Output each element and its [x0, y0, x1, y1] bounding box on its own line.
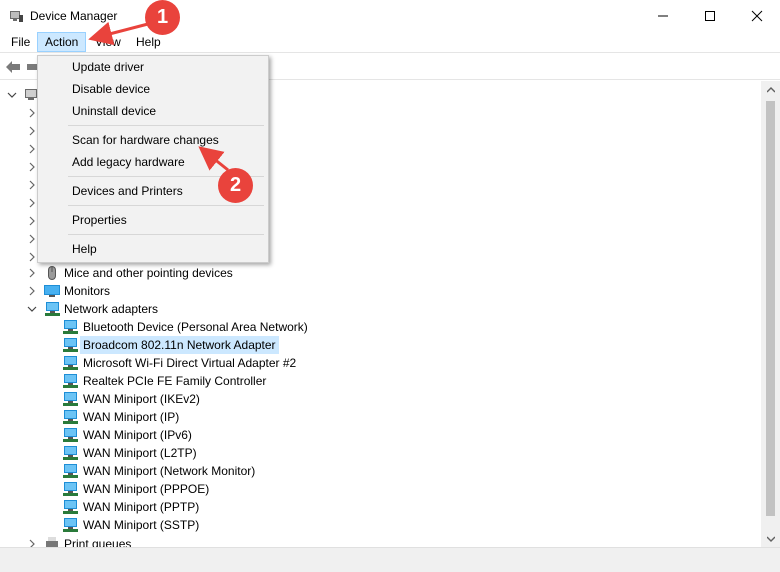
monitor-icon [44, 285, 60, 297]
device-manager-icon [10, 11, 23, 22]
network-adapter-icon [63, 338, 78, 352]
tree-item-adapter[interactable]: WAN Miniport (PPPOE) [62, 480, 362, 498]
vertical-scrollbar[interactable] [761, 81, 780, 547]
close-button[interactable] [734, 0, 780, 31]
network-adapter-icon [63, 320, 78, 334]
menu-separator [68, 234, 264, 235]
menu-item-disable-device[interactable]: Disable device [40, 78, 266, 100]
tree-item-label: Network adapters [64, 302, 159, 316]
network-adapter-icon [63, 392, 78, 406]
tree-item-print-queues[interactable]: Print queues [26, 535, 326, 547]
collapse-chevron-icon[interactable] [26, 300, 38, 318]
menu-bar: File Action View Help [0, 31, 780, 53]
tree-item-adapter[interactable]: WAN Miniport (L2TP) [62, 444, 362, 462]
network-adapter-icon [45, 302, 60, 316]
scroll-down-arrow-icon [766, 536, 775, 542]
network-adapter-icon [63, 410, 78, 424]
title-bar: Device Manager [0, 0, 780, 31]
tree-item-adapter-selected[interactable]: Broadcom 802.11n Network Adapter [62, 336, 362, 354]
tree-item-adapter[interactable]: WAN Miniport (SSTP) [62, 516, 362, 534]
scrollbar-thumb[interactable] [766, 101, 775, 516]
scroll-up-button[interactable] [761, 81, 780, 98]
menu-item-uninstall-device[interactable]: Uninstall device [40, 100, 266, 122]
network-adapter-icon [63, 500, 78, 514]
menu-separator [68, 125, 264, 126]
tree-item-label: WAN Miniport (PPPOE) [83, 482, 210, 496]
network-adapter-icon [63, 482, 78, 496]
network-adapter-icon [63, 464, 78, 478]
tree-item-label: WAN Miniport (IP) [83, 410, 180, 424]
tree-item-adapter[interactable]: Bluetooth Device (Personal Area Network) [62, 318, 362, 336]
annotation-step-1-badge: 1 [145, 0, 180, 35]
scroll-up-arrow-icon [766, 86, 775, 92]
tree-item-adapter[interactable]: WAN Miniport (IP) [62, 408, 362, 426]
minimize-icon [658, 15, 668, 16]
tree-item-adapter[interactable]: Realtek PCIe FE Family Controller [62, 372, 362, 390]
tree-item-label: WAN Miniport (L2TP) [83, 446, 197, 460]
tree-item-label: Mice and other pointing devices [64, 266, 233, 280]
tree-item-label: Realtek PCIe FE Family Controller [83, 374, 267, 388]
network-adapter-icon [63, 374, 78, 388]
network-adapter-icon [63, 356, 78, 370]
tree-item-adapter[interactable]: WAN Miniport (Network Monitor) [62, 462, 362, 480]
network-adapter-icon [63, 446, 78, 460]
tree-item-label: Print queues [64, 537, 132, 547]
tree-item-mice[interactable]: Mice and other pointing devices [26, 264, 326, 282]
status-area [0, 547, 780, 572]
tree-item-label: WAN Miniport (PPTP) [83, 500, 200, 514]
tree-item-label: WAN Miniport (SSTP) [83, 518, 200, 532]
tree-item-label: WAN Miniport (IKEv2) [83, 392, 200, 406]
tree-item-label: WAN Miniport (IPv6) [83, 428, 192, 442]
tree-item-label: Microsoft Wi-Fi Direct Virtual Adapter #… [83, 356, 297, 370]
menu-help[interactable]: Help [129, 32, 168, 52]
menu-view[interactable]: View [88, 32, 128, 52]
window-title: Device Manager [30, 9, 118, 23]
back-arrow-icon [6, 61, 20, 73]
expand-chevron-icon[interactable] [26, 535, 38, 547]
menu-item-properties[interactable]: Properties [40, 209, 266, 231]
collapse-chevron-icon[interactable] [6, 86, 18, 104]
tree-item-label: Bluetooth Device (Personal Area Network) [83, 320, 308, 334]
action-menu: Update driver Disable device Uninstall d… [37, 55, 269, 263]
menu-item-help[interactable]: Help [40, 238, 266, 260]
network-adapter-icon [63, 428, 78, 442]
tree-root[interactable] [6, 86, 37, 104]
expand-chevron-icon[interactable] [26, 264, 38, 282]
minimize-button[interactable] [640, 0, 686, 31]
network-adapter-icon [63, 518, 78, 532]
tree-item-adapter[interactable]: Microsoft Wi-Fi Direct Virtual Adapter #… [62, 354, 362, 372]
tree-item-adapter[interactable]: WAN Miniport (IKEv2) [62, 390, 362, 408]
maximize-button[interactable] [687, 0, 733, 31]
annotation-step-2-badge: 2 [218, 168, 253, 203]
tree-item-label: Broadcom 802.11n Network Adapter [80, 336, 279, 354]
back-button[interactable] [4, 58, 22, 76]
tree-item-label: WAN Miniport (Network Monitor) [83, 464, 256, 478]
menu-file[interactable]: File [4, 32, 37, 52]
menu-action[interactable]: Action [37, 32, 87, 52]
tree-item-network-adapters[interactable]: Network adapters [26, 300, 326, 318]
tree-item-label: Monitors [64, 284, 111, 298]
menu-item-scan-hardware-changes[interactable]: Scan for hardware changes [40, 129, 266, 151]
mouse-icon [48, 266, 56, 280]
printer-icon [46, 537, 58, 547]
expand-chevron-icon[interactable] [26, 282, 38, 300]
tree-item-adapter[interactable]: WAN Miniport (IPv6) [62, 426, 362, 444]
close-icon [751, 10, 763, 21]
tree-item-adapter[interactable]: WAN Miniport (PPTP) [62, 498, 362, 516]
menu-item-update-driver[interactable]: Update driver [40, 56, 266, 78]
menu-separator [68, 205, 264, 206]
scroll-down-button[interactable] [761, 530, 780, 547]
maximize-icon [705, 10, 715, 21]
tree-item-monitors[interactable]: Monitors [26, 282, 326, 300]
